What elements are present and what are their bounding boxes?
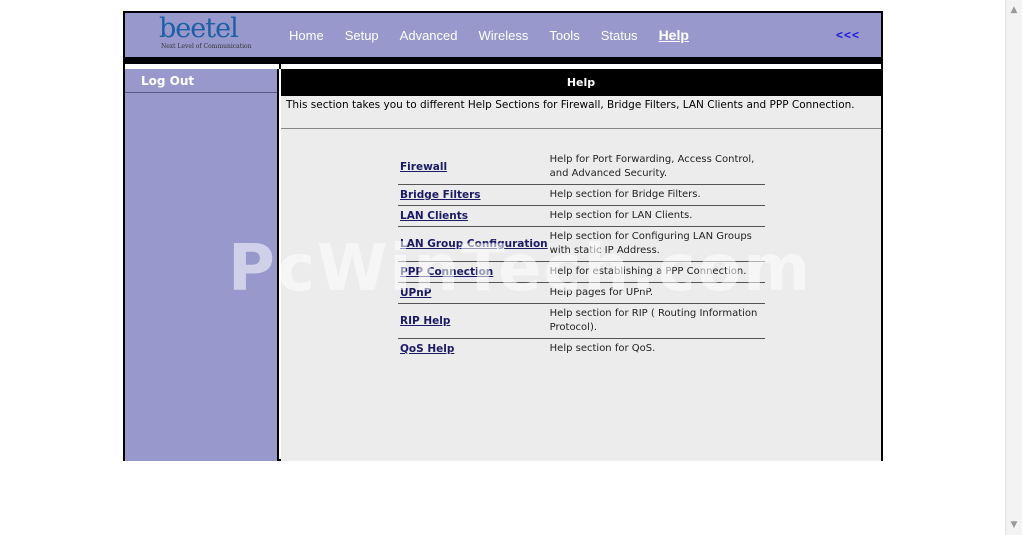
nav-status[interactable]: Status (601, 28, 638, 43)
router-frame: beetel Next Level of Communication Home … (123, 11, 883, 461)
help-description: Help for Port Forwarding, Access Control… (547, 150, 765, 185)
help-link-qos-help[interactable]: QoS Help (400, 343, 454, 355)
table-row: UPnP Help pages for UPnP. (398, 282, 765, 304)
nav-setup[interactable]: Setup (345, 28, 379, 43)
help-link-cell: LAN Group Configuration (398, 226, 548, 262)
help-link-ppp-connection[interactable]: PPP Connection (400, 266, 493, 278)
help-description: Help section for QoS. (549, 343, 656, 354)
table-row: Bridge Filters Help section for Bridge F… (398, 184, 765, 206)
nav-tools[interactable]: Tools (549, 28, 579, 43)
vertical-scrollbar[interactable]: ▲ ▼ (1005, 0, 1022, 535)
table-row: QoS Help Help section for QoS. (398, 339, 765, 360)
header-divider (125, 57, 881, 64)
logo-tagline: Next Level of Communication (161, 43, 252, 50)
page-description: This section takes you to different Help… (281, 96, 881, 129)
beetel-logo[interactable]: beetel Next Level of Communication (159, 15, 253, 55)
table-row: Firewall Help for Port Forwarding, Acces… (398, 150, 765, 185)
help-link-lan-clients[interactable]: LAN Clients (400, 210, 468, 222)
nav-advanced[interactable]: Advanced (400, 28, 458, 43)
header-bar: beetel Next Level of Communication Home … (125, 13, 881, 57)
table-row: LAN Clients Help section for LAN Clients… (398, 205, 765, 227)
main-content: Help This section takes you to different… (281, 69, 881, 461)
nav-help[interactable]: Help (659, 27, 689, 43)
scroll-track[interactable] (1006, 18, 1022, 516)
help-description: Help section for Bridge Filters. (547, 184, 765, 206)
help-description: Help section for LAN Clients. (547, 205, 765, 227)
help-link-cell: PPP Connection (398, 261, 548, 283)
nav-wireless[interactable]: Wireless (479, 28, 529, 43)
column-divider (279, 57, 281, 69)
help-description: Help pages for UPnP. (547, 282, 765, 304)
back-link[interactable]: <<< (836, 28, 860, 42)
table-row: PPP Connection Help for establishing a P… (398, 261, 765, 283)
scroll-up-icon[interactable]: ▲ (1006, 2, 1022, 18)
sidebar-item-logout[interactable]: Log Out (125, 69, 277, 93)
help-link-cell: UPnP (398, 282, 548, 304)
nav-home[interactable]: Home (289, 28, 324, 43)
sidebar: Log Out (125, 69, 279, 461)
help-link-cell: QoS Help (398, 339, 548, 360)
help-table: Firewall Help for Port Forwarding, Acces… (398, 150, 765, 359)
browser-page: beetel Next Level of Communication Home … (0, 0, 1022, 535)
help-link-lan-group-configuration[interactable]: LAN Group Configuration (400, 238, 548, 250)
help-link-firewall[interactable]: Firewall (400, 161, 447, 173)
help-link-cell: RIP Help (398, 303, 548, 339)
help-description: Help section for RIP ( Routing Informati… (547, 303, 765, 339)
table-row: RIP Help Help section for RIP ( Routing … (398, 303, 765, 339)
top-nav: Home Setup Advanced Wireless Tools Statu… (289, 13, 710, 57)
help-link-rip-help[interactable]: RIP Help (400, 315, 450, 327)
logo-wordmark: beetel (159, 13, 239, 44)
page-title: Help (281, 69, 881, 96)
help-description: Help for establishing a PPP Connection. (547, 261, 765, 283)
help-link-cell: Bridge Filters (398, 184, 548, 206)
help-description: Help section for Configuring LAN Groups … (547, 226, 765, 262)
help-link-cell: Firewall (398, 150, 548, 185)
help-link-cell: LAN Clients (398, 205, 548, 227)
table-row: LAN Group Configuration Help section for… (398, 226, 765, 262)
help-link-bridge-filters[interactable]: Bridge Filters (400, 189, 481, 201)
help-link-upnp[interactable]: UPnP (400, 287, 431, 299)
scroll-down-icon[interactable]: ▼ (1006, 517, 1022, 533)
